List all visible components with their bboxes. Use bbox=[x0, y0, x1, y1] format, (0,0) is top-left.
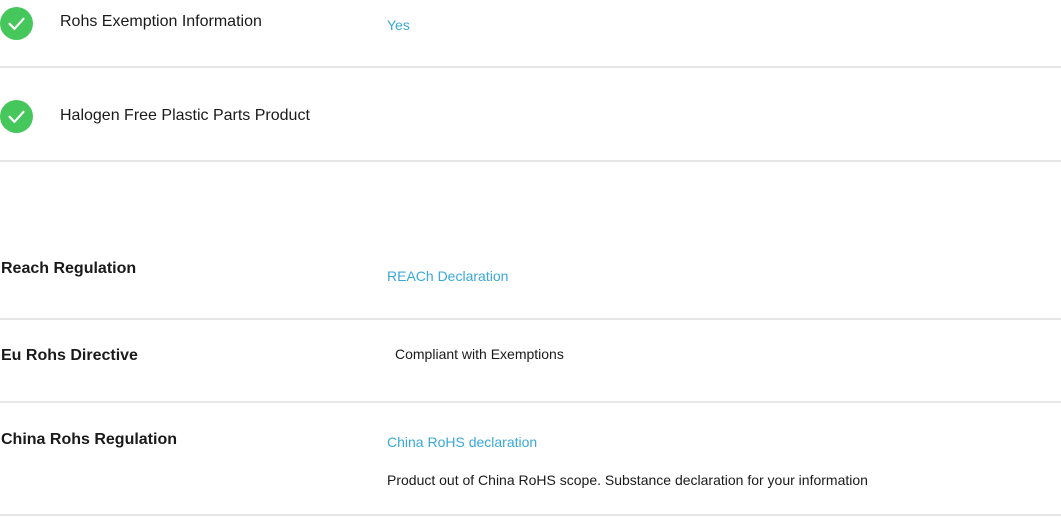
regulation-label: Reach Regulation bbox=[1, 260, 137, 277]
feature-label: Rohs Exemption Information bbox=[60, 13, 262, 30]
reach-declaration-link[interactable]: REACh Declaration bbox=[387, 267, 508, 285]
rohs-exemption-yes-link[interactable]: Yes bbox=[387, 16, 410, 34]
feature-label: Halogen Free Plastic Parts Product bbox=[60, 107, 310, 124]
china-rohs-declaration-link[interactable]: China RoHS declaration bbox=[387, 433, 537, 451]
regulation-label: Eu Rohs Directive bbox=[1, 347, 138, 364]
check-circle-icon bbox=[0, 7, 33, 40]
divider bbox=[0, 160, 1061, 162]
divider bbox=[0, 318, 1061, 320]
divider bbox=[0, 514, 1061, 516]
divider bbox=[0, 66, 1061, 68]
regulation-note: Product out of China RoHS scope. Substan… bbox=[387, 472, 868, 488]
check-circle-icon bbox=[0, 100, 33, 133]
regulation-status: Compliant with Exemptions bbox=[395, 346, 564, 362]
divider bbox=[0, 401, 1061, 403]
regulation-label: China Rohs Regulation bbox=[1, 431, 177, 448]
